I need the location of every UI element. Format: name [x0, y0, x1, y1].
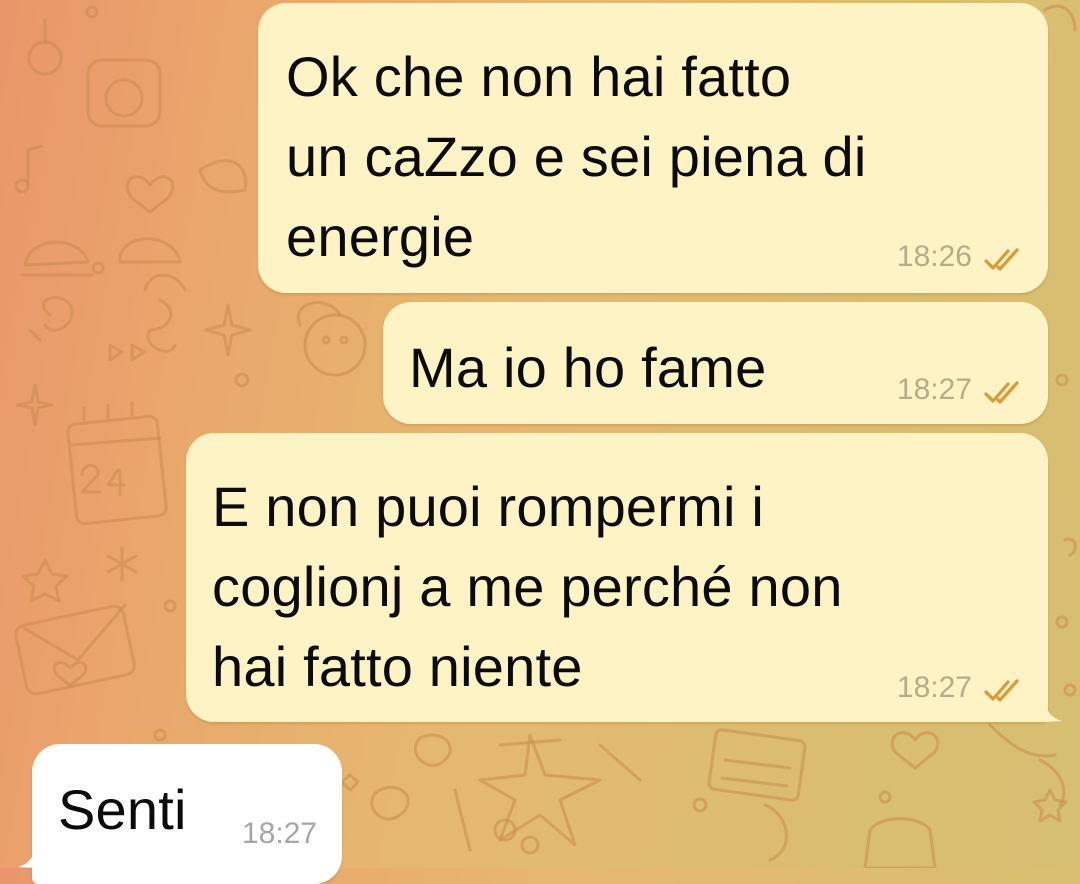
- message-text-line: Ma io ho fame: [409, 336, 767, 399]
- incoming-message-bubble[interactable]: Senti 18:27: [32, 744, 342, 884]
- outgoing-message-bubble[interactable]: E non puoi rompermi i coglionj a me perc…: [186, 433, 1048, 722]
- message-text-line: un caZzo e sei piena di: [286, 125, 867, 188]
- message-timestamp: 18:27: [896, 671, 972, 704]
- message-timestamp: 18:27: [242, 817, 318, 850]
- message-timestamp: 18:26: [896, 240, 972, 273]
- outgoing-message-bubble[interactable]: Ok che non hai fatto un caZzo e sei pien…: [258, 3, 1048, 293]
- message-text-line: energie: [286, 205, 475, 268]
- double-check-icon: [984, 679, 1019, 702]
- double-check-icon: [984, 381, 1019, 404]
- bubble-tail: [1044, 698, 1062, 722]
- message-text-line: Ok che non hai fatto: [286, 45, 792, 108]
- message-text-line: coglionj a me perché non: [212, 555, 843, 618]
- message-text-line: E non puoi rompermi i: [212, 475, 765, 538]
- message-text-line: Senti: [58, 778, 187, 841]
- message-text-line: hai fatto niente: [212, 635, 583, 698]
- outgoing-message-bubble[interactable]: Ma io ho fame 18:27: [383, 302, 1048, 424]
- message-timestamp: 18:27: [896, 373, 972, 406]
- double-check-icon: [984, 248, 1019, 271]
